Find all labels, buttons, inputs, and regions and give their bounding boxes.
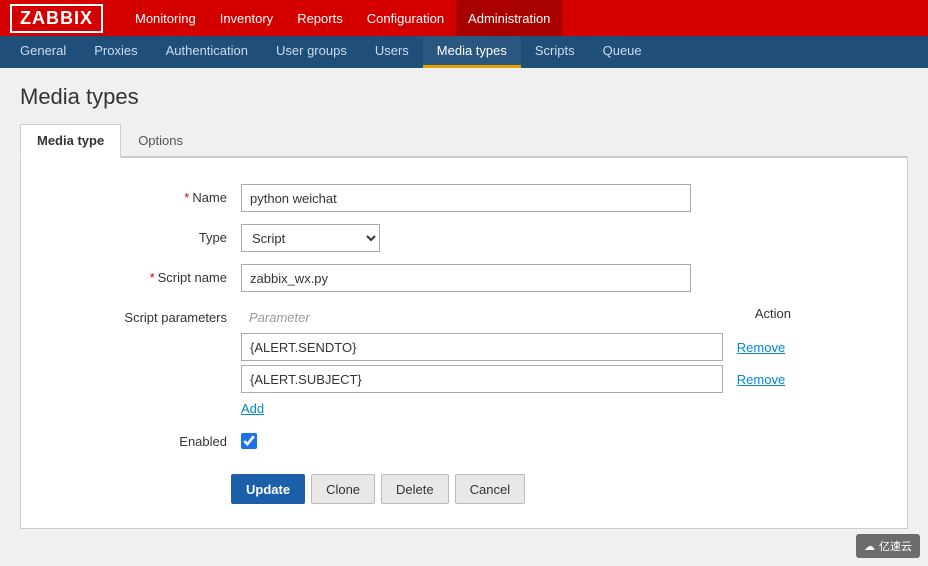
param-header-label: Parameter [241,306,721,329]
sub-navbar: General Proxies Authentication User grou… [0,36,928,68]
scriptparams-row: Script parameters Parameter Action Remov… [21,298,907,422]
enabled-control [241,428,887,452]
clone-button[interactable]: Clone [311,474,375,504]
param-row-1: Remove [241,365,791,393]
nav-reports[interactable]: Reports [285,0,355,36]
subnav-mediatypes[interactable]: Media types [423,36,521,68]
type-label: Type [41,224,241,245]
subnav-general[interactable]: General [6,36,80,68]
type-row: Type Email SMS Jabber Ez Texting Script … [21,218,907,258]
name-input[interactable] [241,184,691,212]
name-control [241,184,887,212]
param-input-1[interactable] [241,365,723,393]
param-row-0: Remove [241,333,791,361]
subnav-users[interactable]: Users [361,36,423,68]
page-title: Media types [20,84,908,110]
scriptname-required-star: * [150,270,155,285]
top-nav-items: Monitoring Inventory Reports Configurati… [123,0,562,36]
name-row: *Name [21,178,907,218]
top-navbar: ZABBIX Monitoring Inventory Reports Conf… [0,0,928,36]
remove-btn-1[interactable]: Remove [731,372,791,387]
scriptname-label: *Script name [41,264,241,285]
type-control: Email SMS Jabber Ez Texting Script SNMP … [241,224,887,252]
subnav-queue[interactable]: Queue [589,36,656,68]
cancel-button[interactable]: Cancel [455,474,525,504]
subnav-proxies[interactable]: Proxies [80,36,151,68]
add-param-link[interactable]: Add [241,401,264,416]
action-buttons: Update Clone Delete Cancel [21,458,907,508]
scriptparams-label: Script parameters [41,304,241,325]
watermark: ☁ 亿速云 [856,534,920,558]
nav-administration[interactable]: Administration [456,0,562,36]
watermark-icon: ☁ [864,540,875,553]
name-required-star: * [184,190,189,205]
tab-options[interactable]: Options [121,124,200,158]
name-label: *Name [41,184,241,205]
scriptparams-control: Parameter Action Remove Remove Add [241,304,887,416]
scriptname-input[interactable] [241,264,691,292]
tab-bar: Media type Options [20,124,908,158]
enabled-checkbox[interactable] [241,433,257,449]
nav-monitoring[interactable]: Monitoring [123,0,208,36]
enabled-row: Enabled [21,422,907,458]
params-header: Parameter Action [241,304,791,333]
update-button[interactable]: Update [231,474,305,504]
page-content: Media types Media type Options *Name Typ… [0,68,928,545]
params-table: Parameter Action Remove Remove Add [241,304,791,416]
remove-btn-0[interactable]: Remove [731,340,791,355]
delete-button[interactable]: Delete [381,474,449,504]
tab-mediatype[interactable]: Media type [20,124,121,158]
param-input-0[interactable] [241,333,723,361]
action-header-label: Action [721,306,791,329]
logo[interactable]: ZABBIX [10,4,103,33]
scriptname-row: *Script name [21,258,907,298]
subnav-scripts[interactable]: Scripts [521,36,589,68]
subnav-authentication[interactable]: Authentication [152,36,262,68]
form-panel: *Name Type Email SMS Jabber Ez Texting S… [20,158,908,529]
nav-inventory[interactable]: Inventory [208,0,285,36]
nav-configuration[interactable]: Configuration [355,0,456,36]
type-select[interactable]: Email SMS Jabber Ez Texting Script SNMP … [241,224,380,252]
subnav-usergroups[interactable]: User groups [262,36,361,68]
enabled-label: Enabled [41,428,241,449]
scriptname-control [241,264,887,292]
watermark-text: 亿速云 [879,538,912,554]
